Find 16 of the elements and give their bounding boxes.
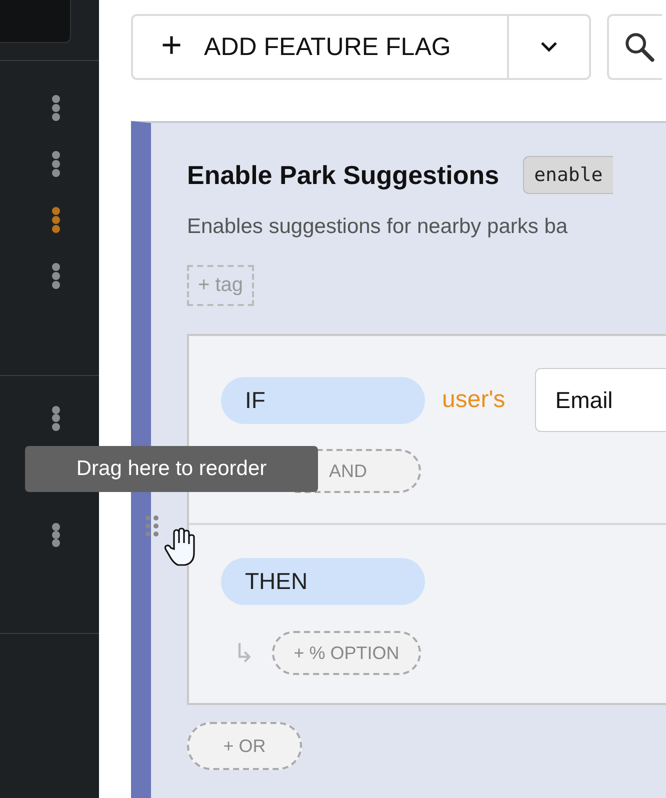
tooltip: Drag here to reorder	[25, 446, 318, 492]
drag-handle-icon[interactable]	[145, 515, 159, 537]
add-tag-button[interactable]: + tag	[187, 265, 254, 306]
chevron-down-icon	[540, 41, 558, 53]
if-label: IF	[221, 376, 425, 424]
flag-title: Enable Park Suggestions	[187, 160, 500, 190]
subject-label: user's	[442, 386, 506, 414]
add-option-button[interactable]: + % OPTION	[272, 631, 421, 675]
logo-area	[0, 0, 71, 43]
flag-description: Enables suggestions for nearby parks ba	[187, 215, 569, 239]
attribute-select[interactable]: Email	[535, 368, 666, 432]
then-label: THEN	[221, 558, 425, 604]
add-or-button[interactable]: + OR	[187, 722, 302, 770]
search-button[interactable]	[607, 14, 662, 80]
flag-key: enable	[523, 156, 613, 194]
return-arrow: ↳	[233, 638, 255, 668]
